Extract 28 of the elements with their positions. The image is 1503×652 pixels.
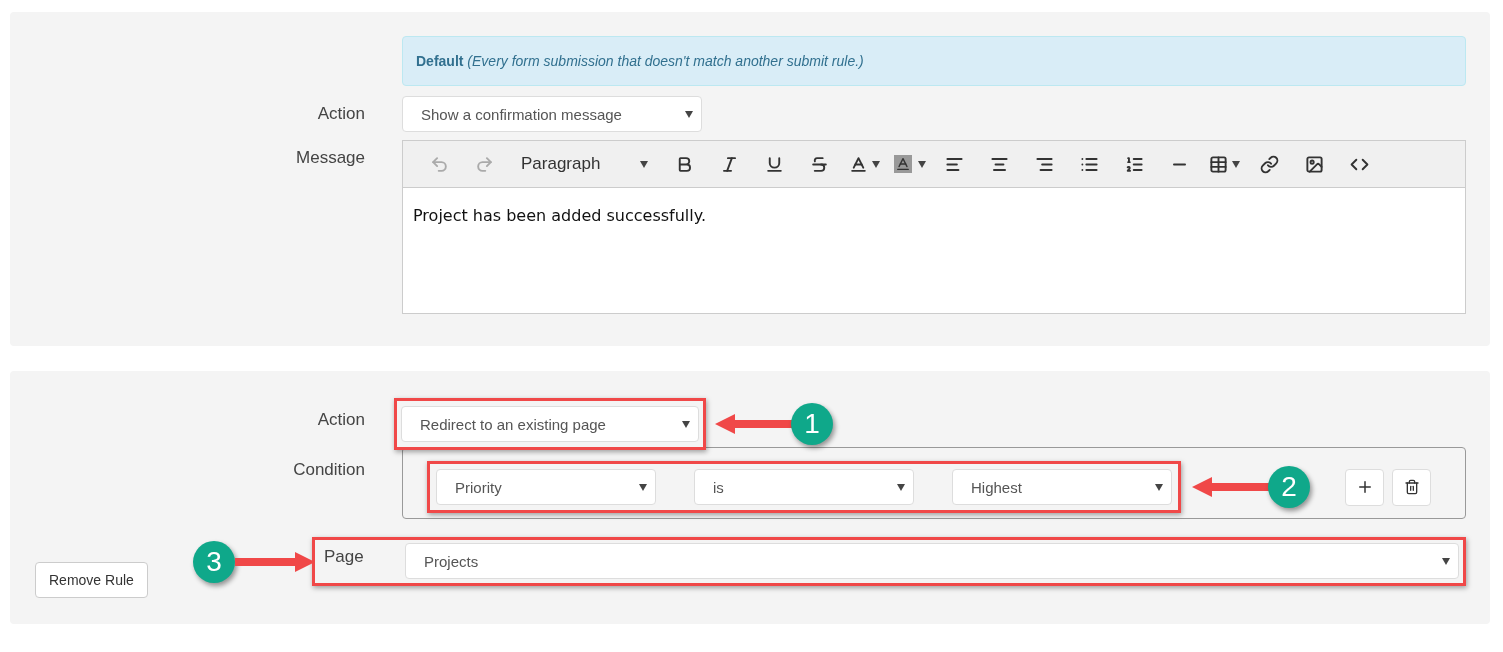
format-dropdown[interactable]: Paragraph [507,154,663,174]
info-alert: Default (Every form submission that doesn't match another submit rule.) [402,36,1466,86]
field-label: Message [296,147,365,168]
caret-icon [897,483,905,491]
caret-icon [640,160,649,168]
step-number: 1 [791,403,833,445]
caret-icon [639,483,647,491]
action-select[interactable]: Redirect to an existing page [401,406,699,442]
field-label: Page [324,546,365,567]
field-select[interactable]: Priority [436,469,656,505]
message-editor[interactable]: Project has been added successfully. [403,188,1465,313]
add-button[interactable] [1345,468,1384,506]
caret-icon [682,420,690,428]
action-select[interactable]: Show a confirmation message [402,96,702,132]
step-number: 3 [193,540,235,583]
operator-select[interactable]: is [694,469,914,505]
delete-button[interactable] [1392,468,1431,506]
field-label: Action [317,103,365,124]
remove-rule-button[interactable]: Remove Rule [35,562,148,598]
caret-icon [1442,557,1450,565]
trash-icon [1403,479,1420,495]
step-number: 2 [1268,466,1310,508]
page-select[interactable]: Projects [405,543,1459,579]
field-label: Action [317,409,365,430]
value-select[interactable]: Highest [952,469,1172,505]
caret-icon [685,110,693,118]
field-label: Condition [293,459,365,480]
caret-icon [1155,483,1163,491]
